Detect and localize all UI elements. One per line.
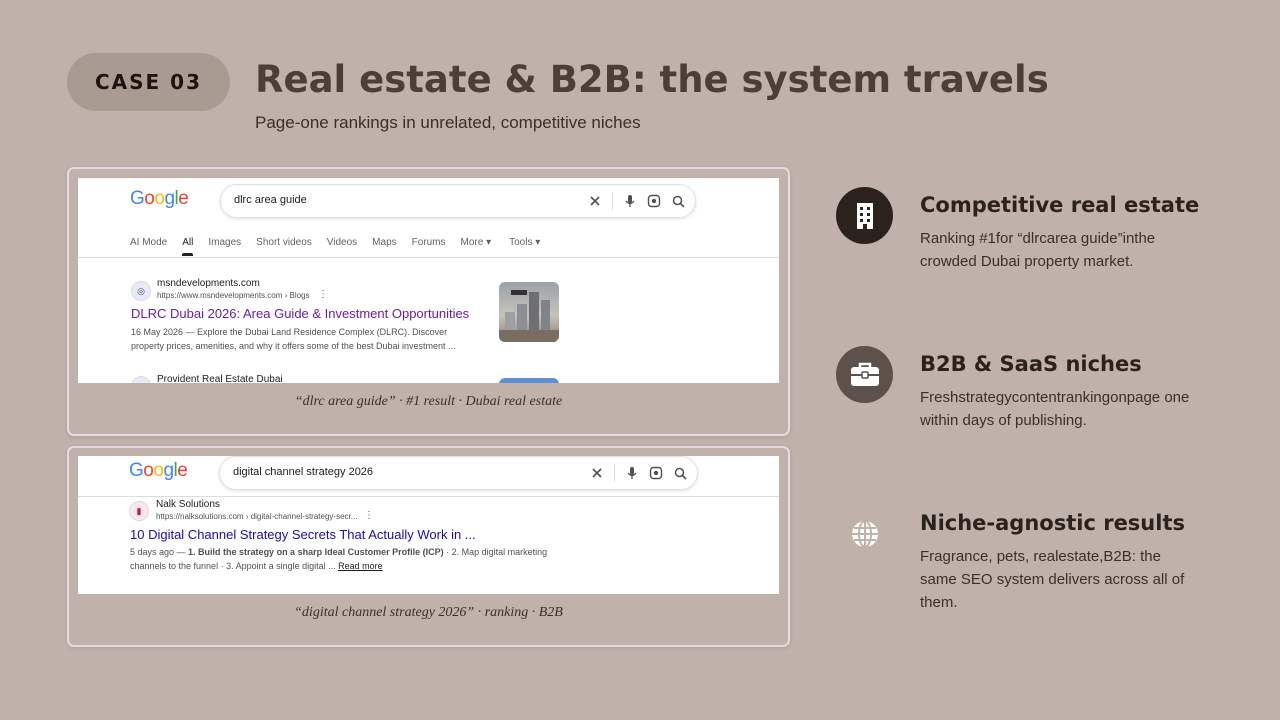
- screenshot-card-b2b: Google digital channel strategy 2026 ▮ N…: [67, 446, 790, 647]
- search-tabs: AI Mode All Images Short videos Videos M…: [130, 237, 540, 256]
- tab-tools[interactable]: Tools ▾: [509, 237, 540, 248]
- tab-forums[interactable]: Forums: [412, 237, 446, 248]
- search-query[interactable]: digital channel strategy 2026: [233, 466, 373, 478]
- tab-ai-mode[interactable]: AI Mode: [130, 237, 167, 248]
- tab-images[interactable]: Images: [208, 237, 241, 248]
- building-photo-icon: [499, 290, 559, 342]
- page-title: Real estate & B2B: the system travels: [255, 58, 1049, 101]
- tab-videos[interactable]: Videos: [327, 237, 357, 248]
- divider: [614, 464, 615, 482]
- feature-title: Niche-agnostic results: [920, 511, 1185, 535]
- tab-more[interactable]: More ▾: [461, 237, 492, 248]
- page-subtitle: Page-one rankings in unrelated, competit…: [255, 113, 641, 132]
- search-icon[interactable]: [674, 467, 687, 480]
- result-title-link[interactable]: DLRC Dubai 2026: Area Guide & Investment…: [131, 306, 469, 321]
- tab-maps[interactable]: Maps: [372, 237, 396, 248]
- result-url[interactable]: https://nalksolutions.com › digital-chan…: [156, 512, 357, 521]
- lens-icon[interactable]: [649, 466, 663, 480]
- microphone-icon[interactable]: [624, 194, 636, 208]
- feature-description: Freshstrategycontentrankingonpage one wi…: [920, 389, 1190, 429]
- tab-short-videos[interactable]: Short videos: [256, 237, 312, 248]
- result-site-name: msndevelopments.com: [157, 278, 260, 289]
- result-title-link[interactable]: 10 Digital Channel Strategy Secrets That…: [130, 527, 476, 542]
- tabs-divider: [78, 257, 779, 258]
- google-results-screenshot: Google digital channel strategy 2026 ▮ N…: [78, 456, 779, 594]
- screenshot-card-real-estate: Google dlrc area guide AI Mode All Image…: [67, 167, 790, 436]
- tab-all[interactable]: All: [182, 237, 194, 256]
- case-badge: CASE 03: [67, 53, 230, 111]
- google-logo: Google: [130, 188, 189, 209]
- card-caption: “dlrc area guide” · #1 result · Dubai re…: [294, 394, 563, 409]
- microphone-icon[interactable]: [626, 466, 638, 480]
- feature-title: Competitive real estate: [920, 193, 1200, 217]
- result-snippet: 16 May 2026 — Explore the Dubai Land Res…: [131, 327, 456, 351]
- site-favicon-icon: [131, 376, 151, 383]
- search-box[interactable]: digital channel strategy 2026: [219, 456, 698, 490]
- search-query[interactable]: dlrc area guide: [234, 194, 307, 206]
- more-options-icon[interactable]: ⋮: [364, 510, 374, 521]
- clear-icon[interactable]: [591, 467, 603, 479]
- globe-icon: [836, 505, 893, 562]
- search-box[interactable]: dlrc area guide: [220, 184, 696, 218]
- feature-title: B2B & SaaS niches: [920, 352, 1142, 376]
- read-more-link[interactable]: Read more: [338, 561, 383, 571]
- site-favicon-icon: ▮: [129, 501, 149, 521]
- feature-description: Fragrance, pets, realestate,B2B: the sam…: [920, 548, 1185, 611]
- briefcase-icon: [836, 346, 893, 403]
- divider: [612, 192, 613, 210]
- lens-icon[interactable]: [647, 194, 661, 208]
- clear-icon[interactable]: [589, 195, 601, 207]
- more-options-icon[interactable]: ⋮: [318, 289, 328, 300]
- next-result-thumbnail: [499, 378, 559, 383]
- next-result-site-name: Provident Real Estate Dubai: [157, 374, 283, 383]
- result-thumbnail[interactable]: [499, 282, 559, 342]
- google-logo: Google: [129, 460, 188, 481]
- result-site-name: Nalk Solutions: [156, 499, 220, 510]
- google-results-screenshot: Google dlrc area guide AI Mode All Image…: [78, 178, 779, 383]
- search-icon[interactable]: [672, 195, 685, 208]
- feature-description: Ranking #1for “dlrcarea guide”inthe crow…: [920, 230, 1156, 270]
- result-snippet: 5 days ago — 1. Build the strategy on a …: [130, 547, 548, 571]
- site-favicon-icon: ◎: [131, 281, 151, 301]
- result-url[interactable]: https://www.msndevelopments.com › Blogs: [157, 291, 310, 300]
- card-caption: “digital channel strategy 2026” · rankin…: [294, 605, 563, 620]
- search-divider: [78, 496, 779, 497]
- building-icon: [836, 187, 893, 244]
